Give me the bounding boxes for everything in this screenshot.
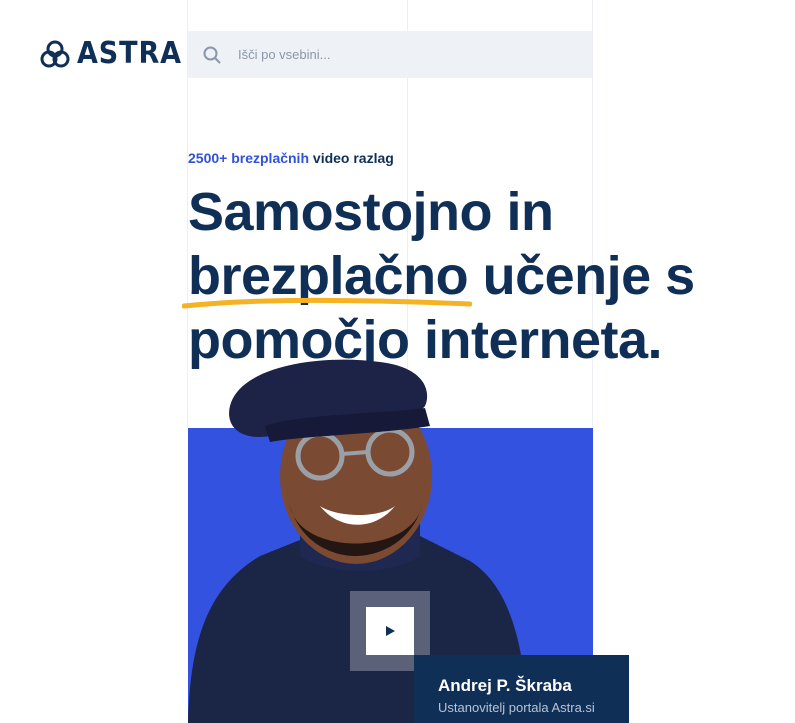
highlight-underline <box>182 297 472 309</box>
play-video-button[interactable] <box>366 607 414 655</box>
play-icon <box>386 626 395 636</box>
presenter-caption: Andrej P. Škraba Ustanovitelj portala As… <box>414 655 629 723</box>
headline-highlight-word: brezplačno <box>182 244 472 309</box>
subhead-accent: 2500+ brezplačnih <box>188 150 310 166</box>
hero-subhead: 2500+ brezplačnih video razlag <box>188 150 394 166</box>
headline-line1: Samostojno in <box>188 182 554 242</box>
search-input[interactable] <box>236 46 560 63</box>
presenter-role: Ustanovitelj portala Astra.si <box>438 700 595 715</box>
brand-name: ASTRA <box>77 36 182 71</box>
search-bar[interactable] <box>188 31 592 78</box>
headline-line2-rest: učenje s <box>482 246 696 306</box>
search-icon <box>203 46 221 64</box>
astra-logo-icon <box>40 40 70 68</box>
brand-logo[interactable]: ASTRA <box>39 38 194 70</box>
hero-headline: Samostojno in brezplačno učenje s pomočj… <box>182 180 696 372</box>
presenter-name: Andrej P. Škraba <box>438 676 572 695</box>
subhead-rest: video razlag <box>312 150 394 166</box>
